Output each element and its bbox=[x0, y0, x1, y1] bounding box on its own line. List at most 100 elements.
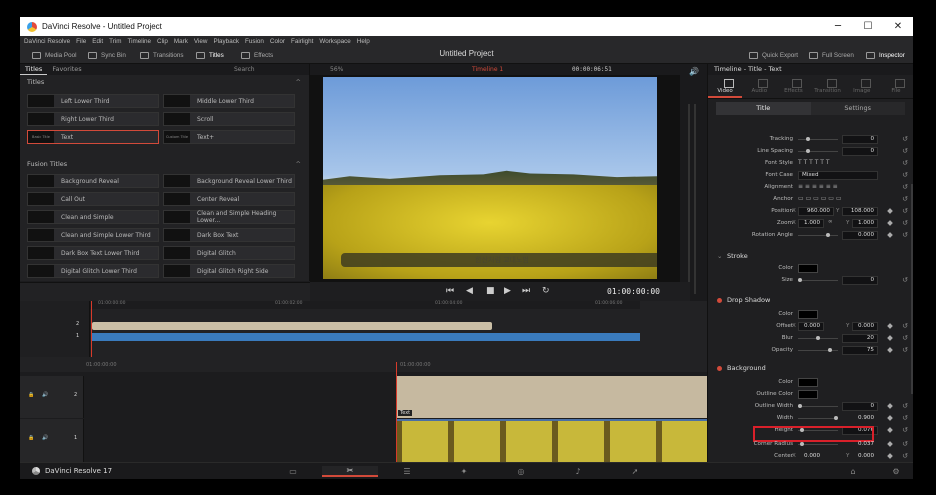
reset-icon[interactable]: ↺ bbox=[902, 414, 908, 422]
keyframe-icon[interactable] bbox=[887, 323, 893, 329]
reset-icon[interactable]: ↺ bbox=[902, 147, 908, 155]
home-icon[interactable]: ⌂ bbox=[843, 466, 863, 477]
fusion-title-item[interactable]: Background Reveal bbox=[27, 174, 159, 188]
alignment-buttons[interactable]: ≡ ≡ ≡ ≡ ≡ ≡ bbox=[798, 183, 838, 190]
keyframe-icon[interactable] bbox=[887, 427, 893, 433]
title-item[interactable]: Right Lower Third bbox=[27, 112, 159, 126]
ds-color-swatch[interactable] bbox=[798, 310, 818, 319]
tab-video[interactable]: Video bbox=[708, 75, 743, 98]
bg-outline-width-input[interactable]: 0 bbox=[842, 402, 878, 411]
anchor-buttons[interactable]: ▭ ▭ ▭ ▭ ▭ ▭ bbox=[798, 195, 842, 202]
reset-icon[interactable]: ↺ bbox=[902, 231, 908, 239]
fusion-title-item[interactable]: Digital Glitch Lower Third bbox=[27, 264, 159, 278]
title-item-text-selected[interactable]: Basic Title Text bbox=[27, 130, 159, 144]
reset-icon[interactable]: ↺ bbox=[902, 183, 908, 191]
ds-offset-y-input[interactable]: 0.000 bbox=[852, 322, 878, 331]
enabled-dot-icon[interactable] bbox=[717, 298, 722, 303]
reset-icon[interactable]: ↺ bbox=[902, 219, 908, 227]
keyframe-icon[interactable] bbox=[887, 220, 893, 226]
track-header-v1[interactable]: 1 🔒 🔊 bbox=[20, 419, 84, 462]
ds-blur-slider[interactable] bbox=[816, 336, 820, 340]
section-titles[interactable]: Titles ^ bbox=[20, 75, 309, 89]
zoom-x-input[interactable]: 1.000 bbox=[798, 219, 824, 228]
lower-playhead[interactable] bbox=[396, 362, 397, 462]
upper-video-clip[interactable] bbox=[92, 333, 640, 341]
tab-favorites[interactable]: Favorites bbox=[47, 64, 86, 75]
stroke-size-slider[interactable] bbox=[798, 278, 802, 282]
position-y-input[interactable]: 108.000 bbox=[842, 207, 878, 216]
reset-icon[interactable]: ↺ bbox=[902, 171, 908, 179]
menu-fusion[interactable]: Fusion bbox=[245, 38, 264, 45]
track-header-v2[interactable]: 2 🔒 🔊 bbox=[20, 376, 84, 418]
menu-help[interactable]: Help bbox=[357, 38, 370, 45]
reset-icon[interactable]: ↺ bbox=[902, 276, 908, 284]
maximize-icon[interactable]: ☐ bbox=[853, 17, 883, 36]
subtab-settings[interactable]: Settings bbox=[810, 102, 905, 115]
title-clip[interactable]: Text bbox=[396, 376, 710, 418]
bg-width-input[interactable]: 0.900 bbox=[842, 414, 878, 423]
enabled-dot-icon[interactable] bbox=[717, 366, 722, 371]
fusion-page-icon[interactable]: ✦ bbox=[436, 466, 492, 477]
fusion-title-item[interactable]: Background Reveal Lower Third bbox=[163, 174, 295, 188]
fusion-title-item[interactable]: Call Out bbox=[27, 192, 159, 206]
section-fusion-titles[interactable]: Fusion Titles ^ bbox=[20, 157, 309, 171]
background-group[interactable]: Background bbox=[708, 362, 913, 375]
font-case-dropdown[interactable]: Mixed bbox=[798, 171, 878, 180]
reset-icon[interactable]: ↺ bbox=[902, 207, 908, 215]
bg-color-swatch[interactable] bbox=[798, 378, 818, 387]
menu-color[interactable]: Color bbox=[270, 38, 285, 45]
title-item[interactable]: Middle Lower Third bbox=[163, 94, 295, 108]
fusion-title-item[interactable]: Digital Glitch Right Side bbox=[163, 264, 295, 278]
position-x-input[interactable]: 960.000 bbox=[798, 207, 834, 216]
fusion-title-item[interactable]: Dark Box Text Lower Third bbox=[27, 246, 159, 260]
title-item[interactable]: Left Lower Third bbox=[27, 94, 159, 108]
video-clip[interactable] bbox=[396, 419, 710, 462]
inspector-scrollbar[interactable] bbox=[911, 184, 913, 394]
keyframe-icon[interactable] bbox=[887, 453, 893, 459]
ds-blur-input[interactable]: 20 bbox=[842, 334, 878, 343]
play-icon[interactable]: ▶ bbox=[504, 286, 511, 296]
menu-playback[interactable]: Playback bbox=[213, 38, 239, 45]
title-item[interactable]: Scroll bbox=[163, 112, 295, 126]
reset-icon[interactable]: ↺ bbox=[902, 452, 908, 460]
menu-mark[interactable]: Mark bbox=[174, 38, 188, 45]
link-icon[interactable]: ∞ bbox=[828, 219, 833, 225]
upper-ruler[interactable]: 01:00:00:00 01:00:02:00 01:00:04:00 01:0… bbox=[90, 301, 640, 309]
full-screen-button[interactable]: Full Screen bbox=[809, 49, 854, 61]
bg-outline-color-swatch[interactable] bbox=[798, 390, 818, 399]
tab-image[interactable]: Image bbox=[845, 75, 879, 98]
audio-icon[interactable]: 🔊 bbox=[42, 392, 48, 398]
bg-corner-slider[interactable] bbox=[800, 442, 804, 446]
rotation-input[interactable]: 0.000 bbox=[842, 231, 878, 240]
skip-to-start-icon[interactable]: ⏮ bbox=[446, 286, 454, 296]
deliver-page-icon[interactable]: ➚ bbox=[607, 466, 663, 477]
settings-gear-icon[interactable]: ⚙ bbox=[886, 466, 906, 477]
reset-icon[interactable]: ↺ bbox=[902, 346, 908, 354]
fusion-title-item[interactable]: Digital Glitch bbox=[163, 246, 295, 260]
edit-page-icon[interactable]: ☰ bbox=[379, 466, 435, 477]
search-input[interactable]: Search bbox=[234, 66, 289, 74]
fusion-title-item[interactable]: Center Reveal bbox=[163, 192, 295, 206]
fusion-title-item[interactable]: Clean and Simple Lower Third bbox=[27, 228, 159, 242]
stroke-size-input[interactable]: 0 bbox=[842, 276, 878, 285]
bg-corner-input[interactable]: 0.037 bbox=[842, 440, 878, 449]
tab-audio[interactable]: Audio bbox=[742, 75, 776, 98]
keyframe-icon[interactable] bbox=[887, 232, 893, 238]
keyframe-icon[interactable] bbox=[887, 403, 893, 409]
reset-icon[interactable]: ↺ bbox=[902, 334, 908, 342]
rotation-slider[interactable] bbox=[826, 233, 830, 237]
menu-davinci[interactable]: DaVinci Resolve bbox=[24, 38, 70, 45]
line-spacing-input[interactable]: 0 bbox=[842, 147, 878, 156]
audio-icon[interactable]: 🔊 bbox=[42, 435, 48, 441]
tab-titles[interactable]: Titles bbox=[20, 64, 48, 75]
reset-icon[interactable]: ↺ bbox=[902, 195, 908, 203]
font-style-buttons[interactable]: T T T T T T bbox=[798, 159, 830, 166]
reset-icon[interactable]: ↺ bbox=[902, 440, 908, 448]
fusion-title-item[interactable]: Clean and Simple Heading Lower... bbox=[163, 210, 295, 224]
line-spacing-slider[interactable] bbox=[806, 149, 810, 153]
lock-icon[interactable]: 🔒 bbox=[28, 435, 34, 441]
menu-fairlight[interactable]: Fairlight bbox=[291, 38, 313, 45]
ds-offset-x-input[interactable]: 0.000 bbox=[798, 322, 824, 331]
drop-shadow-group[interactable]: Drop Shadow bbox=[708, 294, 913, 307]
zoom-dropdown[interactable]: 56% bbox=[330, 66, 343, 73]
